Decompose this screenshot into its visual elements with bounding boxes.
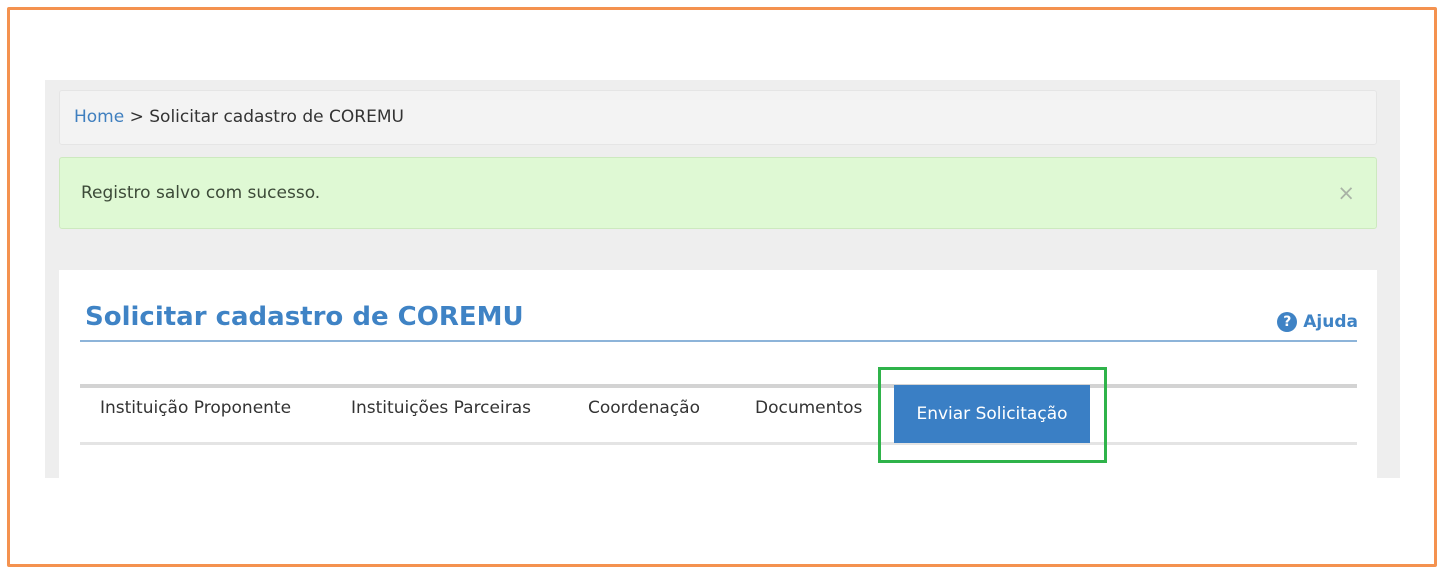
tab-documentos[interactable]: Documentos	[755, 398, 862, 418]
question-circle-icon: ?	[1277, 312, 1298, 332]
tab-instituicoes-parceiras[interactable]: Instituições Parceiras	[351, 398, 531, 418]
success-alert: Registro salvo com sucesso. ×	[59, 157, 1377, 229]
title-divider	[80, 340, 1357, 342]
breadcrumb-separator: >	[129, 107, 144, 127]
page-title: Solicitar cadastro de COREMU	[85, 302, 524, 332]
tabs-top-border	[80, 384, 1357, 388]
highlight-box	[878, 367, 1107, 463]
breadcrumb-home-link[interactable]: Home	[74, 107, 124, 127]
alert-message: Registro salvo com sucesso.	[81, 183, 321, 203]
breadcrumb: Home > Solicitar cadastro de COREMU	[59, 90, 1377, 145]
tab-coordenacao[interactable]: Coordenação	[588, 398, 700, 418]
breadcrumb-current: Solicitar cadastro de COREMU	[149, 107, 404, 127]
close-icon[interactable]: ×	[1337, 158, 1355, 228]
help-label: Ajuda	[1303, 312, 1358, 332]
help-link[interactable]: ? Ajuda	[1277, 312, 1358, 332]
tab-instituicao-proponente[interactable]: Instituição Proponente	[100, 398, 291, 418]
tabs-bottom-border	[80, 442, 1357, 445]
